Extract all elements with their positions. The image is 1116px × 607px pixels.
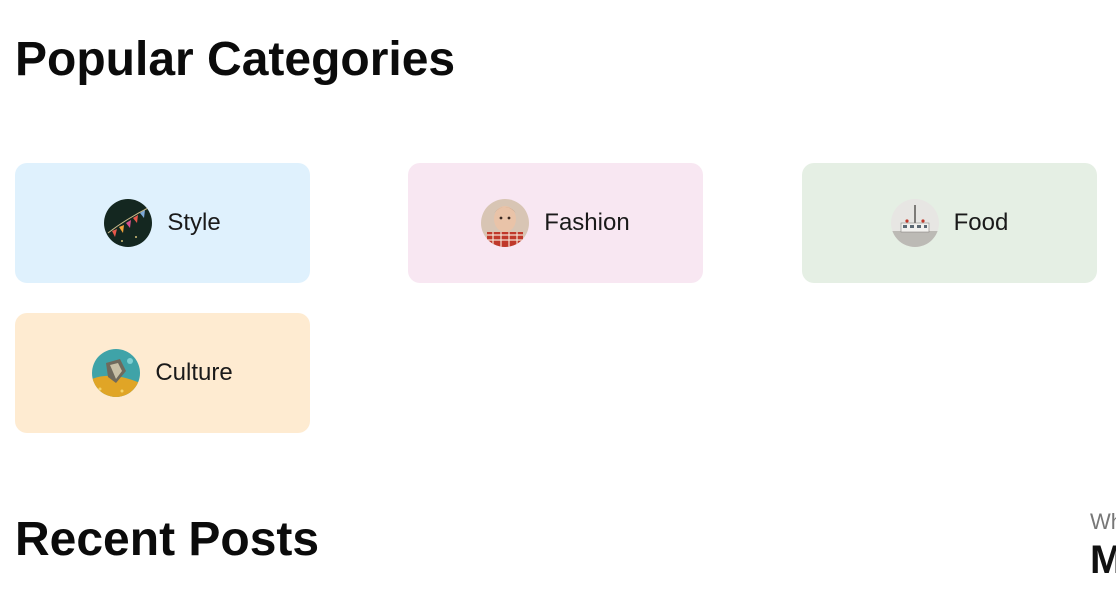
sidebar-widget-kicker: Wh — [1090, 509, 1116, 534]
popular-categories-title: Popular Categories — [15, 33, 456, 86]
category-card-style[interactable]: Style — [15, 163, 310, 283]
culture-thumbnail — [92, 349, 141, 397]
style-thumbnail — [104, 199, 153, 247]
sidebar-widget-heading: M — [1090, 538, 1116, 582]
category-label-culture: Culture — [155, 359, 233, 386]
food-thumbnail — [890, 199, 939, 247]
category-label-style: Style — [167, 209, 221, 236]
category-label-food: Food — [953, 209, 1009, 236]
sidebar-widget-clipped: Wh M — [1090, 508, 1116, 584]
fashion-thumbnail — [481, 199, 530, 247]
category-card-food[interactable]: Food — [802, 163, 1097, 283]
page: Popular Categories Style Fashion Food Cu… — [0, 0, 1116, 607]
recent-posts-title: Recent Posts — [15, 513, 320, 566]
category-card-fashion[interactable]: Fashion — [408, 163, 703, 283]
category-card-culture[interactable]: Culture — [15, 313, 310, 433]
category-label-fashion: Fashion — [544, 209, 630, 236]
